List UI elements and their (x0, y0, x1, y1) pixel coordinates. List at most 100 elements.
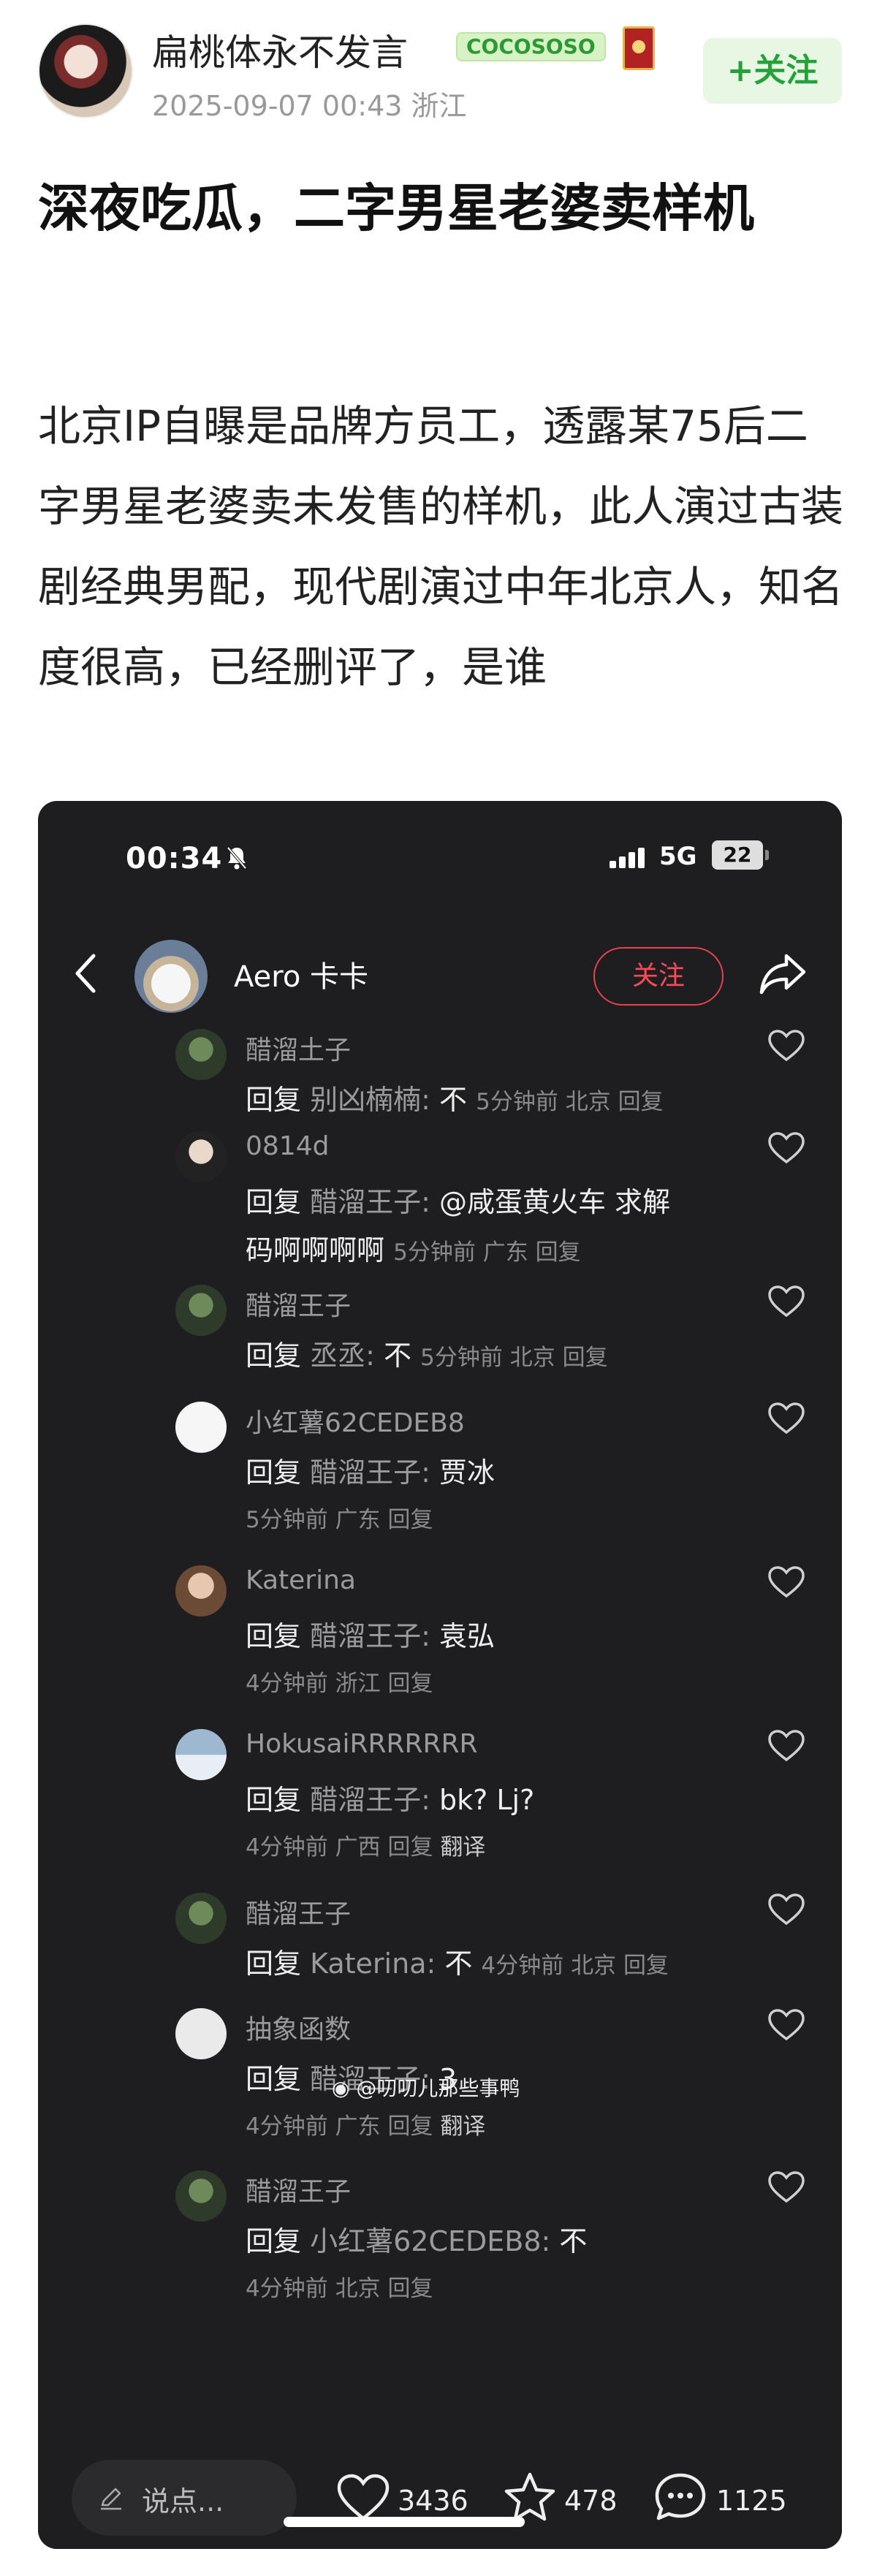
comment-text: 回复 Katerina: 不 4分钟前 北京 回复 (246, 1941, 669, 1981)
comment-body: 不 (559, 2225, 588, 2257)
comment-text: 回复 小红薯62CEDEB8: 不 (246, 2219, 587, 2259)
reply-link[interactable]: 回复 (563, 1345, 608, 1371)
reply-prefix: 回复 (246, 2225, 302, 2257)
commenter-avatar[interactable] (175, 1729, 227, 1780)
embedded-screenshot: 00:34 5G 22 Aero 卡卡 关注 醋溜土子回复 别凶楠楠: 不 5分… (38, 801, 842, 2549)
profile-avatar[interactable] (134, 940, 208, 1013)
comment-body: @咸蛋黄火车 求解 (439, 1186, 671, 1218)
status-time: 00:34 (126, 842, 223, 875)
commenter-name[interactable]: 醋溜土子 (246, 1029, 351, 1067)
commenter-avatar[interactable] (175, 1565, 227, 1616)
back-icon[interactable] (72, 951, 101, 995)
comment-location: 广西 (335, 1834, 381, 1861)
comment-text: 回复 醋溜王子: 袁弘 (246, 1614, 495, 1654)
comment-list[interactable]: 醋溜土子回复 别凶楠楠: 不 5分钟前 北京 回复 0814d 回复 醋溜王子: @… (38, 1029, 842, 2439)
translate-link[interactable]: 翻译 (440, 1834, 485, 1861)
comment-body: 贾冰 (439, 1456, 496, 1489)
follow-button[interactable]: 关注 (593, 947, 724, 1006)
share-icon[interactable] (757, 949, 808, 1000)
heart-icon[interactable] (767, 1565, 805, 1599)
medal-icon (623, 26, 655, 70)
heart-icon[interactable] (767, 1285, 805, 1318)
commenter-name[interactable]: Katerina (246, 1565, 356, 1595)
commenter-name[interactable]: HokusaiRRRRRRR (246, 1729, 478, 1759)
reply-link[interactable]: 回复 (387, 1507, 433, 1533)
comment-time: 4分钟前 (246, 2113, 328, 2140)
commenter-avatar[interactable] (175, 1029, 227, 1080)
commenter-avatar[interactable] (175, 1893, 227, 1944)
home-indicator (284, 2517, 525, 2527)
comment-meta: 4分钟前 广西 回复 翻译 (246, 1828, 485, 1861)
commenter-name[interactable]: 抽象函数 (246, 2008, 351, 2046)
comment-time: 4分钟前 (481, 1953, 564, 1979)
translate-link[interactable]: 翻译 (440, 2113, 485, 2140)
comment-input[interactable]: 说点... (72, 2460, 297, 2536)
reply-target[interactable]: 别凶楠楠: (310, 1084, 430, 1116)
reply-link[interactable]: 回复 (387, 1834, 433, 1861)
reply-link[interactable]: 回复 (387, 2276, 433, 2302)
reply-link[interactable]: 回复 (618, 1089, 664, 1115)
comment-location: 北京 (565, 1089, 611, 1115)
comment-meta: 4分钟前 浙江 回复 (246, 1665, 433, 1698)
mute-bell-icon (226, 846, 248, 870)
post-date: 2025-09-07 00:43 (152, 90, 403, 122)
commenter-name[interactable]: 小红薯62CEDEB8 (246, 1402, 465, 1440)
favorite-count: 478 (564, 2485, 618, 2517)
post-title: 深夜吃瓜，二字男星老婆卖样机 (38, 178, 754, 238)
status-bar: 00:34 5G 22 (38, 801, 842, 881)
comment-text: 回复 醋溜王子: @咸蛋黄火车 求解 (246, 1179, 670, 1220)
comment-button[interactable]: 1125 (653, 2471, 800, 2530)
commenter-name[interactable]: 醋溜王子 (246, 1285, 351, 1323)
comment-time: 4分钟前 (246, 1834, 328, 1861)
comment-time: 4分钟前 (246, 2276, 328, 2302)
reply-target[interactable]: 醋溜王子: (310, 1620, 430, 1652)
reply-target[interactable]: 丞丞: (310, 1340, 375, 1372)
like-icon (337, 2474, 390, 2520)
follow-button[interactable]: +关注 (703, 38, 842, 104)
reply-target[interactable]: Katerina: (310, 1948, 436, 1980)
comment-location: 浙江 (335, 1671, 381, 1697)
commenter-avatar[interactable] (175, 1285, 227, 1336)
heart-icon[interactable] (767, 2008, 805, 2042)
comment-body-continued: 码啊啊啊啊 (246, 1234, 385, 1266)
reply-target[interactable]: 醋溜王子: (310, 1784, 430, 1816)
profile-username[interactable]: Aero 卡卡 (234, 953, 368, 995)
reply-link[interactable]: 回复 (623, 1953, 669, 1979)
comment-meta: 4分钟前 广东 回复 翻译 (246, 2108, 485, 2140)
heart-icon[interactable] (767, 2170, 805, 2204)
commenter-name[interactable]: 醋溜王子 (246, 1893, 351, 1931)
heart-icon[interactable] (767, 1729, 805, 1763)
reply-link[interactable]: 回复 (536, 1239, 581, 1266)
comment-body: 不 (439, 1084, 468, 1116)
star-icon (504, 2472, 555, 2521)
reply-target[interactable]: 醋溜王子: (310, 1186, 430, 1218)
heart-icon[interactable] (767, 1029, 805, 1063)
commenter-name[interactable]: 0814d (246, 1131, 329, 1161)
reply-link[interactable]: 回复 (387, 2113, 433, 2140)
reply-link[interactable]: 回复 (387, 1671, 433, 1697)
commenter-avatar[interactable] (175, 2008, 227, 2059)
heart-icon[interactable] (767, 1893, 805, 1926)
reply-prefix: 回复 (246, 1084, 302, 1116)
commenter-avatar[interactable] (175, 1131, 227, 1182)
comment-text: 回复 醋溜王子: bk? Lj? (246, 1777, 534, 1817)
commenter-name[interactable]: 醋溜王子 (246, 2170, 351, 2208)
post-body: 北京IP自曝是品牌方员工，透露某75后二字男星老婆卖未发售的样机，此人演过古装剧… (38, 401, 844, 692)
author-name[interactable]: 扁桃体永不发言 (152, 23, 408, 76)
commenter-avatar[interactable] (175, 1402, 227, 1453)
reply-target[interactable]: 醋溜王子: (310, 1456, 430, 1489)
comment-time: 5分钟前 (476, 1089, 558, 1115)
reply-prefix: 回复 (246, 1784, 302, 1816)
comment-location: 北京 (335, 2276, 381, 2302)
comment-time: 5分钟前 (393, 1239, 476, 1266)
signal-icon (610, 846, 649, 868)
comment-count: 1125 (716, 2485, 787, 2517)
action-bar: 说点... 3436 478 1125 (38, 2404, 842, 2549)
battery-icon: 22 (712, 840, 769, 870)
heart-icon[interactable] (767, 1131, 805, 1165)
author-avatar[interactable] (38, 23, 133, 118)
heart-icon[interactable] (767, 1402, 805, 1435)
commenter-avatar[interactable] (175, 2170, 227, 2222)
reply-target[interactable]: 小红薯62CEDEB8: (310, 2225, 550, 2257)
like-count: 3436 (398, 2485, 468, 2517)
